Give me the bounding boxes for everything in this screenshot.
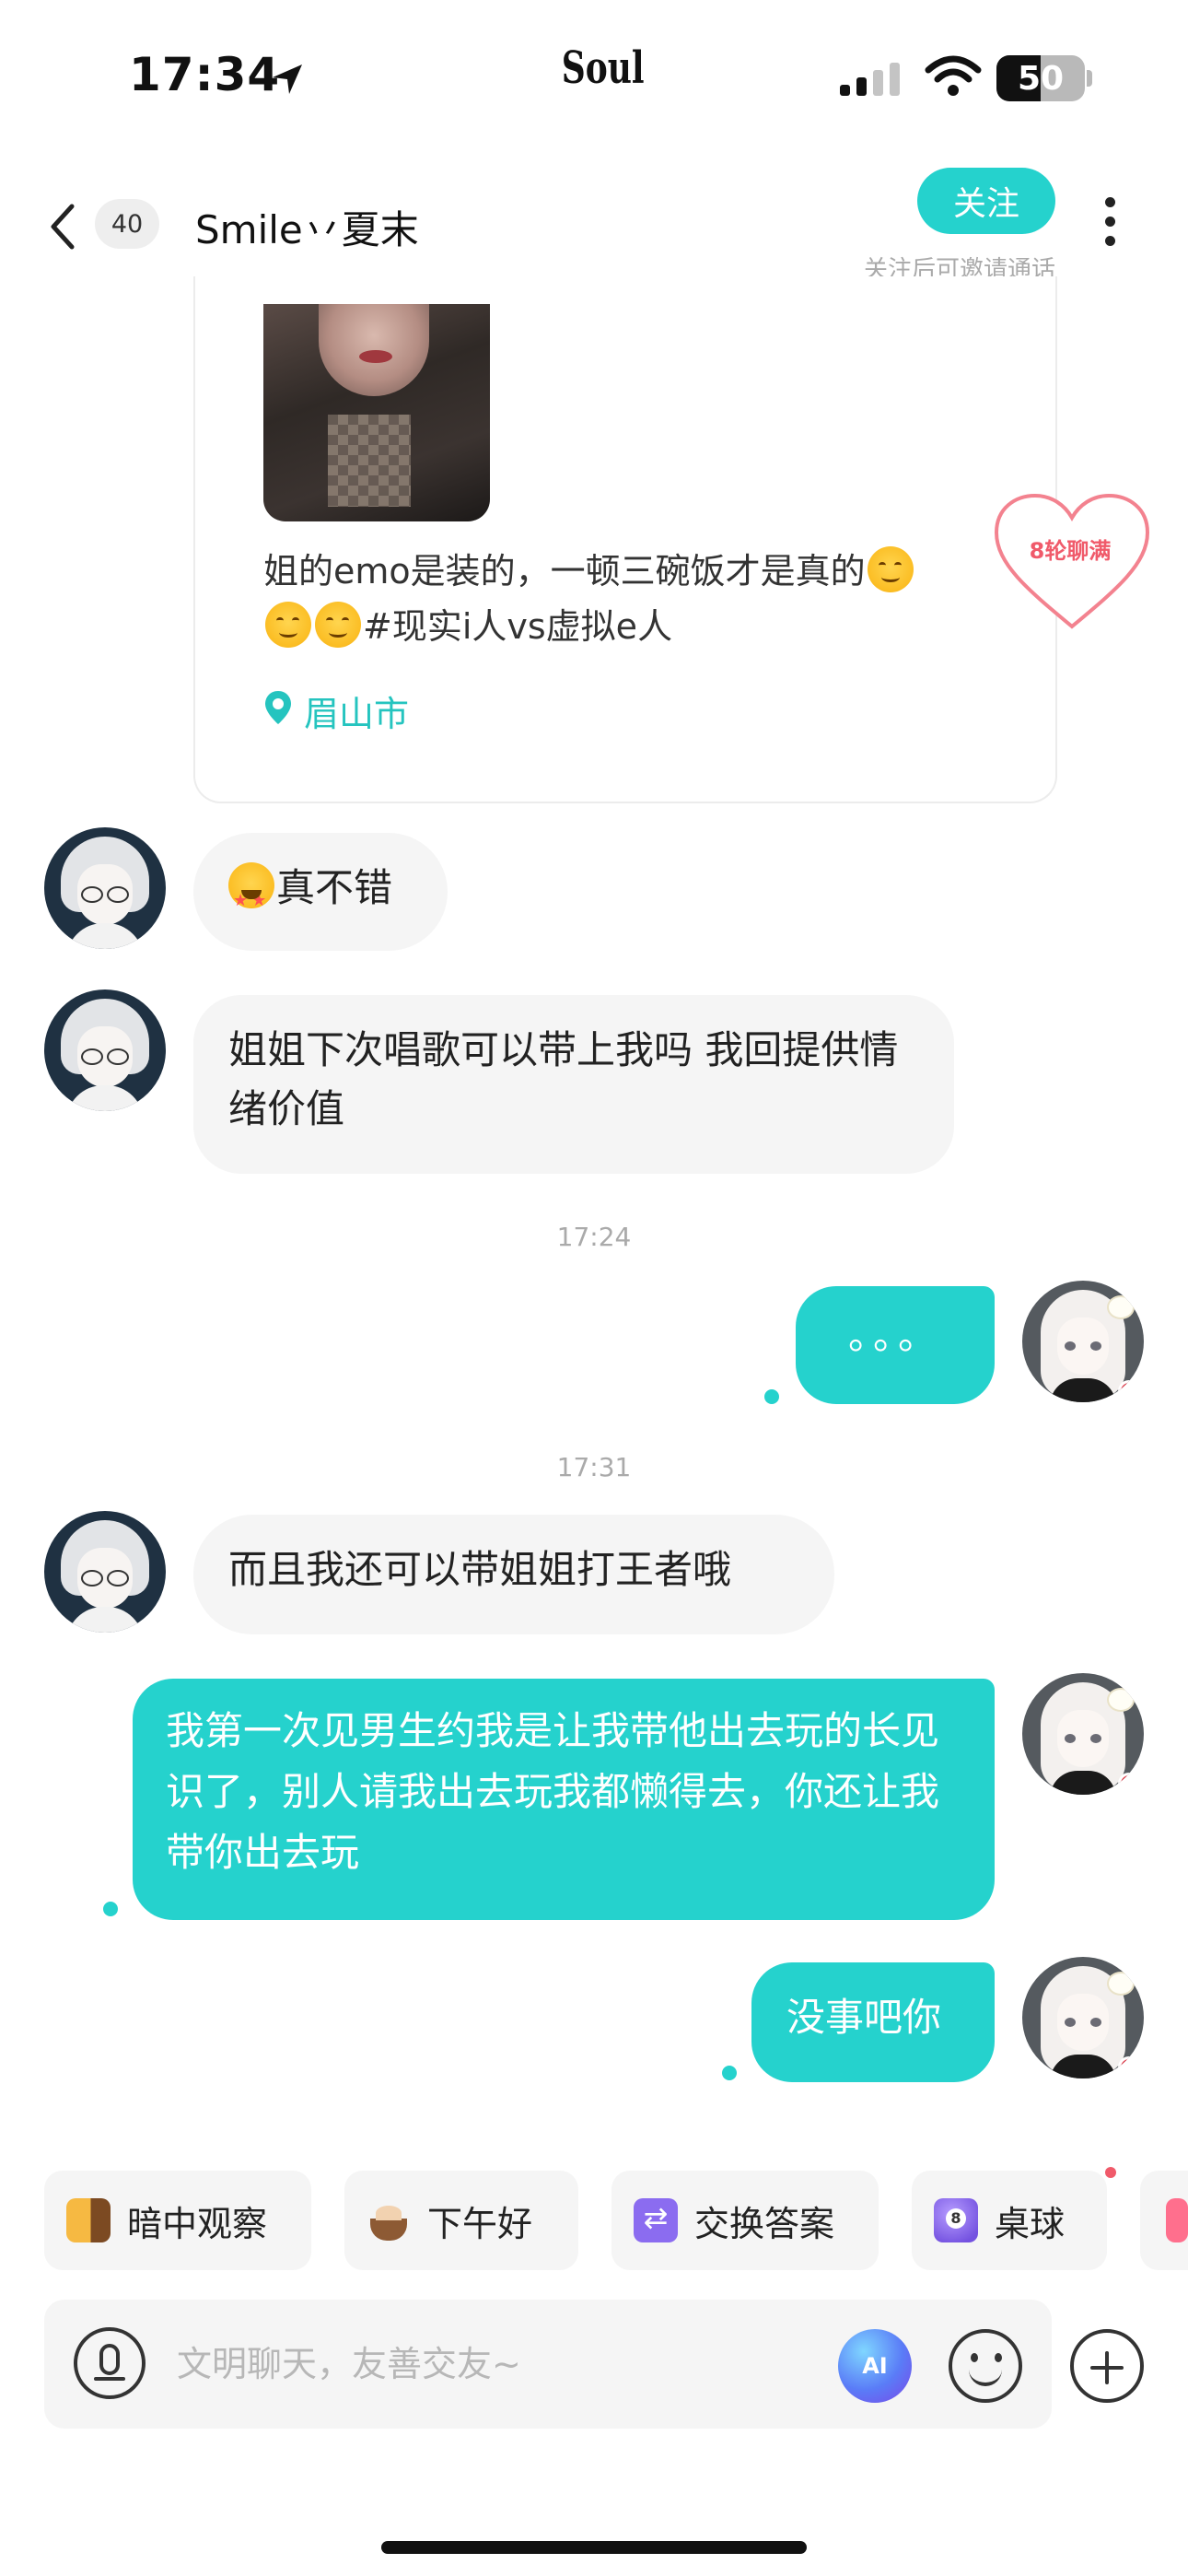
- message-bubble-outgoing[interactable]: 没事吧你: [751, 1962, 995, 2082]
- message-bubble-incoming[interactable]: 而且我还可以带姐姐打王者哦: [193, 1515, 834, 1634]
- quick-reply-chip[interactable]: 暗中观察: [44, 2171, 311, 2270]
- battery-indicator: 50: [996, 55, 1085, 101]
- message-text: 。。。: [847, 1313, 942, 1358]
- contact-avatar[interactable]: [44, 827, 166, 949]
- unread-count-badge[interactable]: 40: [95, 199, 159, 249]
- wifi-icon: [925, 55, 982, 96]
- contact-avatar[interactable]: [44, 1511, 166, 1633]
- smile-emoji-icon: [265, 602, 311, 648]
- star-struck-emoji-icon: [228, 862, 274, 931]
- follow-button[interactable]: 关注: [917, 168, 1055, 234]
- location-pin-icon: [265, 691, 291, 724]
- timestamp: 17:24: [556, 1222, 632, 1252]
- quick-reply-chip[interactable]: [1140, 2171, 1188, 2270]
- location-arrow-icon: [273, 64, 302, 94]
- message-text: 没事吧你: [786, 1995, 942, 2040]
- plus-icon[interactable]: [1070, 2329, 1144, 2403]
- contact-avatar[interactable]: [44, 989, 166, 1111]
- more-options-icon[interactable]: [1105, 197, 1116, 255]
- my-avatar[interactable]: [1022, 1957, 1144, 2078]
- smile-emoji-icon: [315, 602, 361, 648]
- tea-icon: [367, 2198, 411, 2242]
- microphone-icon[interactable]: [74, 2327, 146, 2399]
- swap-icon: [634, 2198, 678, 2242]
- new-indicator-dot: [1105, 2167, 1116, 2178]
- message-bubble-outgoing[interactable]: 我第一次见男生约我是让我带他出去玩的长见识了，别人请我出去玩我都懒得去，你还让我…: [133, 1679, 995, 1920]
- ai-label: AI: [862, 2353, 888, 2379]
- post-text-part1: 姐的emo是装的，一顿三碗饭才是真的: [263, 551, 866, 591]
- peek-icon: [66, 2198, 111, 2242]
- ai-assistant-button[interactable]: AI: [838, 2329, 912, 2403]
- message-text: 我第一次见男生约我是让我带他出去玩的长见识了，别人请我出去玩我都懒得去，你还让我…: [166, 1708, 940, 1875]
- quick-reply-chip[interactable]: 交换答案: [611, 2171, 879, 2270]
- my-avatar[interactable]: [1022, 1673, 1144, 1795]
- my-avatar[interactable]: [1022, 1281, 1144, 1402]
- message-text: 而且我还可以带姐姐打王者哦: [228, 1547, 732, 1592]
- home-indicator[interactable]: [381, 2541, 807, 2554]
- message-text: 姐姐下次唱歌可以带上我吗 我回提供情绪价值: [228, 1027, 899, 1131]
- message-input[interactable]: [175, 2322, 814, 2406]
- read-indicator-dot: [722, 2066, 737, 2080]
- post-text: 姐的emo是装的，一顿三碗饭才是真的 #现实i人vs虚拟e人: [263, 544, 1000, 654]
- quick-reply-label: 暗中观察: [127, 2203, 268, 2244]
- message-bubble-incoming[interactable]: 真不错: [193, 833, 448, 951]
- message-bubble-outgoing[interactable]: 。。。: [796, 1286, 995, 1404]
- battery-percent: 50: [1017, 59, 1065, 98]
- post-location[interactable]: 眉山市: [304, 685, 409, 736]
- emoji-icon[interactable]: [949, 2329, 1022, 2403]
- read-indicator-dot: [103, 1902, 118, 1916]
- chat-rounds-badge: 8轮聊满: [1029, 538, 1112, 564]
- quick-reply-chip[interactable]: 下午好: [344, 2171, 578, 2270]
- contact-name[interactable]: Smile丷夏末: [195, 199, 419, 255]
- post-hashtag[interactable]: #现实i人vs虚拟e人: [363, 606, 672, 647]
- quick-reply-chip[interactable]: 桌球: [912, 2171, 1107, 2270]
- read-indicator-dot: [764, 1389, 779, 1404]
- post-photo[interactable]: [263, 304, 490, 521]
- quick-reply-label: 交换答案: [694, 2203, 835, 2244]
- cellular-signal-icon: [840, 63, 900, 96]
- message-bubble-incoming[interactable]: 姐姐下次唱歌可以带上我吗 我回提供情绪价值: [193, 995, 954, 1174]
- quick-reply-label: 桌球: [995, 2203, 1066, 2244]
- smile-emoji-icon: [867, 546, 914, 592]
- billiards-icon: [934, 2198, 978, 2242]
- status-time: 17:34: [129, 48, 281, 101]
- app-brand: Soul: [561, 42, 645, 94]
- battery-tip: [1087, 70, 1092, 87]
- quick-reply-label: 下午好: [427, 2203, 533, 2244]
- message-text: 真不错: [276, 865, 393, 910]
- timestamp: 17:31: [556, 1452, 632, 1482]
- back-chevron-icon[interactable]: [46, 201, 79, 252]
- gift-icon: [1166, 2198, 1188, 2242]
